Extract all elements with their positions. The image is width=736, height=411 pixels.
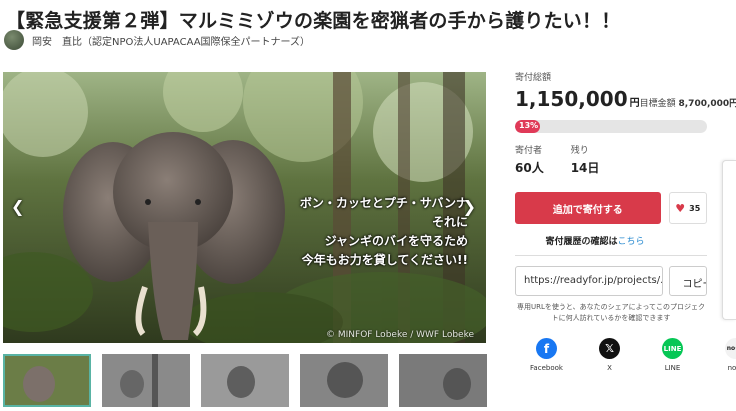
chevron-left-icon[interactable]: ❮ bbox=[11, 197, 24, 216]
goal-amount: 目標金額 8,700,000円 bbox=[640, 96, 736, 109]
sns-label: note bbox=[727, 364, 736, 372]
remaining-label: 残り bbox=[570, 146, 589, 156]
hero-image[interactable]: ボン・カッセとプチ・サバンナ それに ジャンギのバイを守るため 今年もお力を貸し… bbox=[3, 72, 486, 343]
progress-text: 13% bbox=[519, 121, 539, 130]
sns-share-row: f Facebook 𝕏 X LINE LINE no+e note bbox=[515, 338, 736, 372]
like-button[interactable]: ♥ 35 bbox=[668, 192, 707, 224]
share-line[interactable]: LINE LINE bbox=[641, 338, 704, 372]
goal-label: 目標金額 bbox=[639, 99, 676, 109]
share-url-field[interactable]: https://readyfor.jp/projects/... bbox=[515, 266, 664, 296]
avatar[interactable] bbox=[4, 30, 24, 50]
caption-line: 今年もお力を貸してください!! bbox=[301, 253, 468, 267]
thumbnail[interactable] bbox=[300, 354, 388, 407]
like-count: 35 bbox=[689, 203, 701, 213]
thumbnail-image bbox=[102, 354, 190, 407]
divider bbox=[515, 255, 707, 256]
donors-value: 60人 bbox=[515, 161, 544, 175]
share-url-row: https://readyfor.jp/projects/... コピー bbox=[515, 266, 707, 296]
thumbnail[interactable] bbox=[399, 354, 487, 407]
donors-label: 寄付者 bbox=[515, 146, 543, 156]
x-icon: 𝕏 bbox=[599, 338, 620, 359]
thumbnail-image bbox=[300, 354, 388, 407]
donation-history: 寄付履歴の確認はこちら bbox=[515, 234, 675, 247]
facebook-icon: f bbox=[536, 338, 557, 359]
total-label: 寄付総額 bbox=[515, 73, 552, 83]
thumbnail-image bbox=[201, 354, 289, 407]
project-owner[interactable]: 岡安 直比（認定NPO法人UAPACAA国際保全パートナーズ） bbox=[4, 30, 310, 50]
heart-icon: ♥ bbox=[675, 201, 686, 215]
amount-row: 1,150,000 円 目標金額 8,700,000円 bbox=[515, 87, 736, 111]
stats-row: 寄付者 60人 残り 14日 bbox=[515, 143, 707, 176]
thumbnail[interactable] bbox=[102, 354, 190, 407]
sns-label: Facebook bbox=[530, 364, 563, 372]
note-icon: no+e bbox=[725, 338, 736, 359]
history-link[interactable]: こちら bbox=[618, 237, 645, 247]
thumbnail-strip bbox=[3, 354, 487, 407]
actions-row: 追加で寄付する ♥ 35 bbox=[515, 192, 707, 224]
copy-button[interactable]: コピー bbox=[669, 266, 707, 296]
support-button[interactable]: 追加で寄付する bbox=[515, 192, 661, 224]
thumbnail-image bbox=[3, 354, 91, 407]
thumbnail-image bbox=[399, 354, 487, 407]
caption-line: ジャンギのバイを守るため bbox=[324, 234, 468, 248]
line-icon: LINE bbox=[662, 338, 683, 359]
owner-name[interactable]: 岡安 直比（認定NPO法人UAPACAA国際保全パートナーズ） bbox=[32, 33, 310, 48]
sns-label: LINE bbox=[664, 364, 681, 372]
sidebar: 寄付総額 1,150,000 円 目標金額 8,700,000円 13% 寄付者 … bbox=[515, 70, 736, 324]
caption-line: それに bbox=[431, 215, 468, 229]
donors-stat: 寄付者 60人 bbox=[515, 143, 544, 176]
thumbnail[interactable] bbox=[201, 354, 289, 407]
share-note: 専用URLを使うと、あなたのシェアによってこのプロジェクトに何人訪れているかを確… bbox=[516, 303, 706, 322]
side-panel-tab[interactable] bbox=[722, 160, 736, 320]
remaining-stat: 残り 14日 bbox=[571, 143, 600, 176]
progress-bar: 13% bbox=[515, 120, 707, 133]
hero-caption: ボン・カッセとプチ・サバンナ それに ジャンギのバイを守るため 今年もお力を貸し… bbox=[300, 194, 468, 270]
caption-line: ボン・カッセとプチ・サバンナ bbox=[299, 196, 468, 210]
project-title: 【緊急支援第２弾】マルミミゾウの楽園を密猟者の手から護りたい！！ bbox=[6, 10, 621, 32]
chevron-right-icon[interactable]: ❯ bbox=[463, 197, 476, 216]
remaining-value: 14日 bbox=[570, 161, 600, 175]
goal-value: 8,700,000円 bbox=[678, 99, 736, 109]
total-amount-value: 1,150,000 bbox=[515, 87, 628, 111]
photo-credit: © MINFOF Lobeke / WWF Lobeke bbox=[326, 330, 474, 340]
sns-label: X bbox=[607, 364, 612, 372]
total-amount: 1,150,000 円 bbox=[515, 87, 640, 111]
total-amount-unit: 円 bbox=[629, 98, 640, 109]
share-note[interactable]: no+e note bbox=[704, 338, 736, 372]
thumbnail[interactable] bbox=[3, 354, 91, 407]
history-text: 寄付履歴の確認は bbox=[545, 237, 618, 247]
share-x[interactable]: 𝕏 X bbox=[578, 338, 641, 372]
share-facebook[interactable]: f Facebook bbox=[515, 338, 578, 372]
